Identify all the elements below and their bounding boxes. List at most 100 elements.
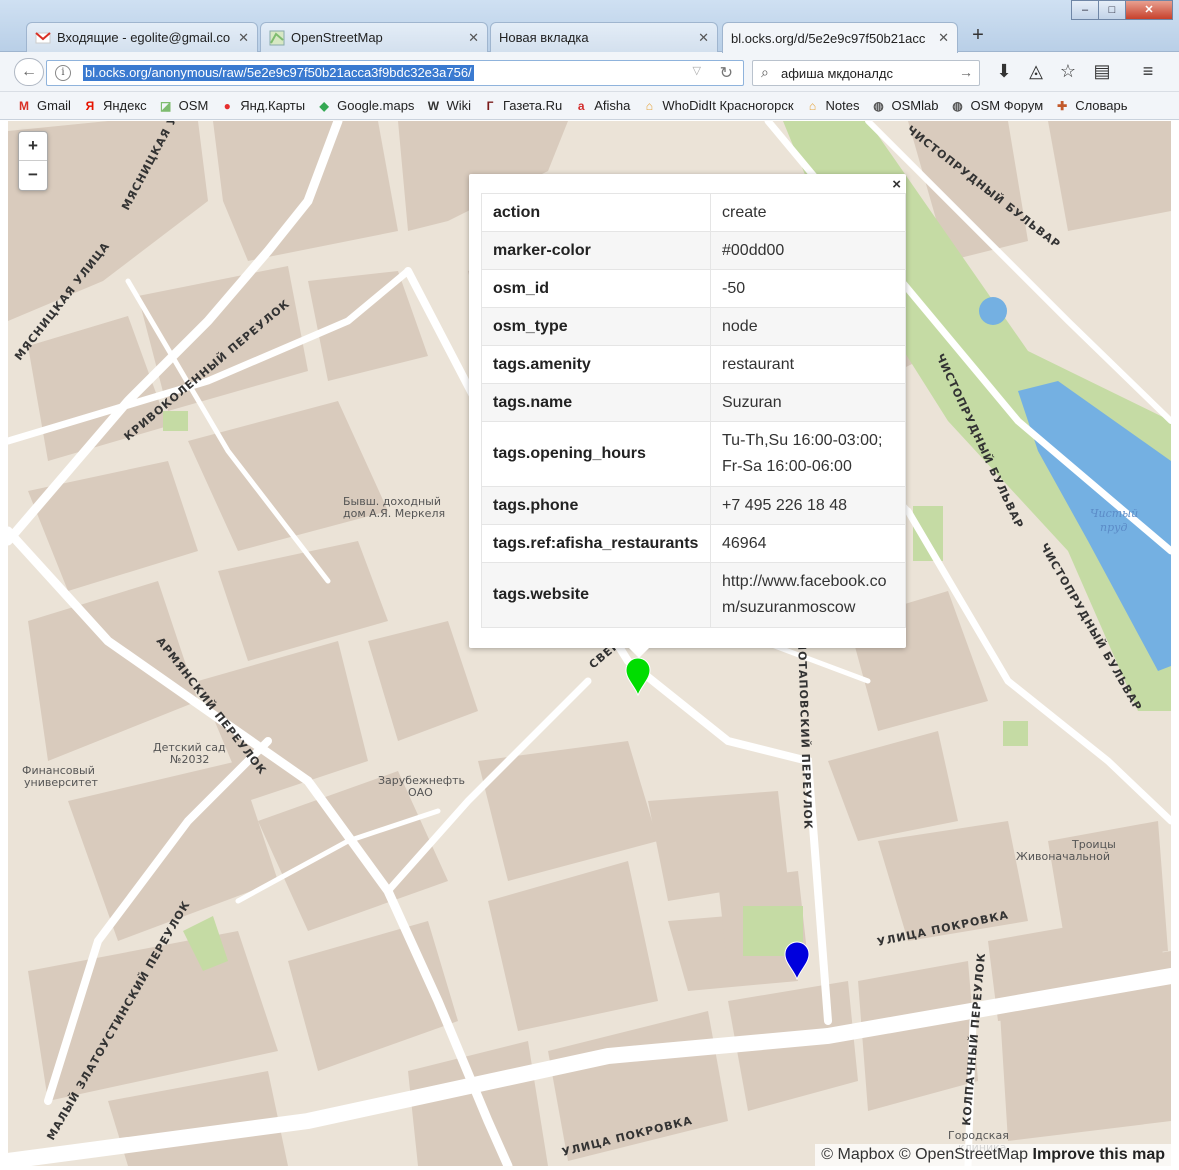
reader-list-icon[interactable]: ▤: [1090, 61, 1114, 82]
bookmark-label: Gmail: [37, 98, 71, 113]
address-bar[interactable]: i bl.ocks.org/anonymous/raw/5e2e9c97f50b…: [46, 60, 744, 86]
property-value: +7 495 226 18 48: [710, 486, 906, 525]
mapbox-attribution-link[interactable]: © Mapbox: [821, 1146, 894, 1163]
zoom-in-button[interactable]: +: [19, 132, 47, 161]
search-icon: ⌕: [761, 64, 769, 80]
property-value: Tu-Th,Su 16:00-03:00; Fr-Sa 16:00-06:00: [710, 421, 906, 487]
property-key: osm_id: [481, 269, 711, 308]
map-pin-icon: ●: [223, 98, 231, 113]
property-key: tags.name: [481, 383, 711, 422]
bookmark-item[interactable]: ⌂ Notes: [805, 98, 860, 114]
tab-gmail[interactable]: Входящие - egolite@gmail.co ✕: [26, 22, 258, 52]
browser-titlebar: ‒ □ ✕ Входящие - egolite@gmail.co ✕ Open…: [0, 0, 1179, 53]
bookmark-item[interactable]: ◪ OSM: [158, 98, 208, 114]
url-text[interactable]: bl.ocks.org/anonymous/raw/5e2e9c97f50b21…: [83, 65, 474, 81]
bookmark-label: OSM Форум: [970, 98, 1044, 113]
place-label: ОАО: [408, 786, 433, 799]
rss-icon: ⌂: [645, 98, 654, 113]
bookmark-label: Afisha: [594, 98, 631, 113]
maximize-button[interactable]: □: [1098, 0, 1126, 20]
map-canvas[interactable]: МЯСНИЦКАЯ УЛИЦА МЯСНИЦКАЯ УЛИЦА КРИВОКОЛ…: [8, 121, 1171, 1166]
osm-icon: ◪: [160, 98, 172, 113]
property-key: tags.website: [481, 562, 711, 628]
property-row: tags.phone +7 495 226 18 48: [481, 486, 906, 525]
history-dropdown-icon[interactable]: ▽: [693, 64, 701, 77]
osm-icon: [269, 30, 285, 46]
tab-openstreetmap[interactable]: OpenStreetMap ✕: [260, 22, 488, 52]
search-value[interactable]: афиша мкдоналдс: [781, 66, 893, 81]
tab-close-icon[interactable]: ✕: [238, 30, 249, 46]
wikipedia-icon: W: [427, 98, 440, 113]
bookmark-item[interactable]: ⌂ WhoDidIt Красногорск: [641, 98, 794, 114]
download-icon[interactable]: ⬇: [992, 61, 1016, 82]
improve-map-link[interactable]: Improve this map: [1033, 1146, 1165, 1163]
gazeta-icon: Г: [486, 98, 494, 113]
rss-icon: ⌂: [808, 98, 817, 113]
tab-new[interactable]: Новая вкладка ✕: [490, 22, 718, 52]
yandex-icon: Я: [85, 98, 95, 113]
bookmark-item[interactable]: ◍ OSMlab: [871, 98, 939, 114]
popup-close-button[interactable]: ×: [892, 176, 901, 193]
window-controls: ‒ □ ✕: [1071, 0, 1173, 20]
place-label: №2032: [170, 753, 209, 766]
bookmark-item[interactable]: ● Янд.Карты: [219, 98, 305, 114]
property-row: osm_id -50: [481, 269, 906, 308]
property-key: tags.ref:afisha_restaurants: [481, 524, 711, 563]
property-key: tags.opening_hours: [481, 421, 711, 487]
bookmark-label: Янд.Карты: [240, 98, 306, 113]
property-value[interactable]: http://www.facebook.com/suzuranmoscow: [710, 562, 906, 628]
property-key: tags.phone: [481, 486, 711, 525]
tab-blocks-active[interactable]: bl.ocks.org/d/5e2e9c97f50b21acc ✕: [722, 22, 958, 53]
bookmark-label: Газета.Ru: [502, 98, 563, 113]
property-row: tags.opening_hours Tu-Th,Su 16:00-03:00; …: [481, 421, 906, 487]
bookmark-item[interactable]: W Wiki: [425, 98, 471, 114]
property-value: -50: [710, 269, 906, 308]
tab-close-icon[interactable]: ✕: [698, 30, 709, 46]
property-value: node: [710, 307, 906, 346]
tab-close-icon[interactable]: ✕: [938, 30, 949, 46]
back-button[interactable]: ←: [14, 58, 44, 86]
gmail-icon: [35, 30, 51, 46]
pocket-icon[interactable]: ◬: [1024, 61, 1048, 82]
bookmark-item[interactable]: ◆ Google.maps: [316, 98, 414, 114]
bookmark-label: OSMlab: [891, 98, 939, 113]
reload-icon[interactable]: ↻: [720, 63, 733, 83]
water-label: Чистый: [1090, 507, 1138, 520]
search-go-icon[interactable]: →: [959, 64, 973, 80]
property-row: tags.ref:afisha_restaurants 46964: [481, 524, 906, 563]
menu-icon[interactable]: ≡: [1136, 61, 1160, 82]
osm-attribution-link[interactable]: © OpenStreetMap: [899, 1146, 1028, 1163]
property-key: osm_type: [481, 307, 711, 346]
tab-close-icon[interactable]: ✕: [468, 30, 479, 46]
zoom-control: + −: [18, 131, 48, 191]
minimize-button[interactable]: ‒: [1071, 0, 1099, 20]
bookmark-item[interactable]: Я Яндекс: [82, 98, 147, 114]
water-label: пруд: [1100, 521, 1128, 534]
property-key: marker-color: [481, 231, 711, 270]
new-tab-button[interactable]: +: [966, 24, 990, 47]
info-icon[interactable]: i: [55, 65, 71, 81]
gmail-icon: M: [19, 98, 29, 113]
bookmark-item[interactable]: ◍ OSM Форум: [949, 98, 1043, 114]
bookmark-item[interactable]: M Gmail: [16, 98, 71, 114]
property-value: #00dd00: [710, 231, 906, 270]
property-value: restaurant: [710, 345, 906, 384]
bookmark-label: Яндекс: [102, 98, 147, 113]
map-attribution: © Mapbox © OpenStreetMap Improve this ma…: [815, 1144, 1171, 1166]
bookmark-label: Wiki: [446, 98, 471, 113]
back-arrow-icon: ←: [21, 63, 37, 80]
property-row: tags.website http://www.facebook.com/suzu…: [481, 562, 906, 628]
property-value: 46964: [710, 524, 906, 563]
small-pond: [979, 297, 1007, 325]
search-field[interactable]: ⌕ афиша мкдоналдс →: [752, 60, 980, 86]
globe-icon: ◍: [952, 98, 963, 113]
google-maps-icon: ◆: [319, 98, 329, 113]
bookmark-item[interactable]: Г Газета.Ru: [482, 98, 563, 114]
bookmark-item[interactable]: a Afisha: [573, 98, 630, 114]
bookmark-item[interactable]: ✚ Словарь: [1054, 98, 1127, 114]
bookmark-star-icon[interactable]: ☆: [1056, 61, 1080, 82]
zoom-out-button[interactable]: −: [19, 161, 47, 190]
close-window-button[interactable]: ✕: [1125, 0, 1173, 20]
navigation-toolbar: ← i bl.ocks.org/anonymous/raw/5e2e9c97f5…: [0, 52, 1179, 92]
property-row: osm_type node: [481, 307, 906, 346]
